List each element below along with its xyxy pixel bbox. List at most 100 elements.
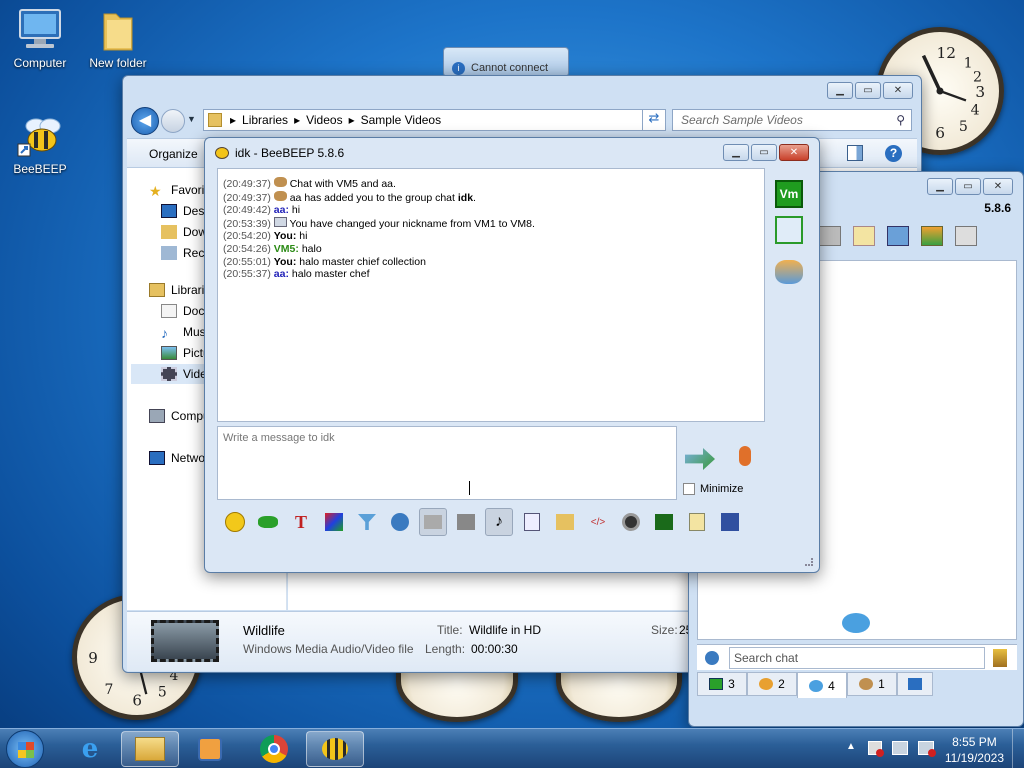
- message-input[interactable]: Write a message to idk: [217, 426, 677, 500]
- chat-message: (20:54:26) VM5: halo: [223, 243, 759, 256]
- maximize-button[interactable]: ▭: [855, 82, 881, 99]
- settings-icon[interactable]: [705, 651, 719, 665]
- send-file-icon[interactable]: [518, 508, 546, 536]
- breadcrumb-libraries[interactable]: Libraries: [242, 113, 288, 127]
- close-button[interactable]: ✕: [779, 144, 809, 161]
- volume-muted-icon[interactable]: [918, 741, 936, 757]
- action-center-icon[interactable]: [868, 741, 884, 757]
- tab-shares[interactable]: [897, 672, 933, 696]
- send-folder-icon[interactable]: [551, 508, 579, 536]
- minimize-button[interactable]: ▁: [723, 144, 749, 161]
- address-bar[interactable]: ▸ Libraries ▸ Videos ▸ Sample Videos ▼: [203, 109, 659, 131]
- tab-count: 4: [828, 678, 835, 693]
- nav-libraries[interactable]: Librari: [149, 280, 204, 300]
- chat-message: (20:49:37) Chat with VM5 and aa.: [223, 177, 759, 191]
- word-completer-icon[interactable]: [452, 508, 480, 536]
- chat-message: (20:49:37) aa has added you to the group…: [223, 190, 759, 205]
- screenshot-icon[interactable]: [617, 508, 645, 536]
- tools-icon[interactable]: [887, 226, 909, 246]
- taskbar-explorer[interactable]: [121, 731, 179, 767]
- member-avatar[interactable]: Vm: [775, 180, 803, 208]
- chat-window[interactable]: idk - BeeBEEP 5.8.6 ▁ ▭ ✕ (20:49:37) Cha…: [204, 137, 820, 573]
- chat-history-icon[interactable]: [650, 508, 678, 536]
- search-input[interactable]: Search Sample Videos ⚲: [672, 109, 912, 131]
- notification-popup[interactable]: i Cannot connect: [443, 47, 569, 77]
- show-desktop-button[interactable]: [1012, 729, 1024, 768]
- message-nick: You:: [273, 255, 297, 268]
- desktop-icon-new-folder[interactable]: New folder: [78, 8, 158, 70]
- chat-log[interactable]: (20:49:37) Chat with VM5 and aa. (20:49:…: [217, 168, 765, 422]
- forward-button[interactable]: [161, 109, 185, 133]
- voice-message-button[interactable]: [733, 446, 757, 476]
- taskbar-chrome[interactable]: [245, 731, 303, 767]
- group-members-icon[interactable]: [775, 260, 803, 284]
- music-note-icon[interactable]: ♪: [485, 508, 513, 536]
- font-icon[interactable]: T: [287, 508, 315, 536]
- tab-count: 2: [778, 677, 785, 691]
- tab-users[interactable]: 3: [697, 672, 747, 696]
- tab-groups[interactable]: 2: [747, 672, 797, 696]
- save-chat-icon[interactable]: [716, 508, 744, 536]
- tray-clock[interactable]: 8:55 PM 11/19/2023: [945, 734, 1004, 766]
- code-icon[interactable]: </>: [584, 508, 612, 536]
- organize-button[interactable]: Organize: [149, 147, 198, 161]
- filter-icon[interactable]: [353, 508, 381, 536]
- notes-icon[interactable]: [683, 508, 711, 536]
- help-icon[interactable]: ?: [885, 145, 902, 162]
- recent-places-icon: [161, 246, 177, 260]
- nav-network[interactable]: Netwo: [149, 448, 205, 468]
- breadcrumb-sample-videos[interactable]: Sample Videos: [361, 113, 442, 127]
- desktop-icon: [161, 204, 177, 218]
- resize-grip[interactable]: [805, 558, 813, 566]
- upload-icon[interactable]: [921, 226, 943, 246]
- spellcheck-icon[interactable]: [419, 508, 447, 536]
- refresh-icon: ⇄: [648, 110, 660, 125]
- broom-icon[interactable]: [993, 649, 1007, 667]
- taskbar-media-player[interactable]: [181, 731, 239, 767]
- file-type: Windows Media Audio/Video file: [243, 642, 414, 656]
- taskbar-internet-explorer[interactable]: e: [61, 731, 119, 767]
- trash-icon[interactable]: [955, 226, 977, 246]
- edit-icon[interactable]: [853, 226, 875, 246]
- start-button[interactable]: [6, 730, 44, 768]
- folder-icon: [98, 8, 138, 52]
- tray-show-hidden-icon[interactable]: ▲: [846, 741, 856, 752]
- message-text: You have changed your nickname from VM1 …: [289, 217, 535, 230]
- message-text: hi: [291, 204, 301, 217]
- message-time: (20:53:39): [223, 217, 271, 230]
- taskbar-beebeep[interactable]: [306, 731, 364, 767]
- color-icon[interactable]: [320, 508, 348, 536]
- search-chat-input[interactable]: Search chat: [729, 647, 985, 669]
- minimize-checkbox[interactable]: [683, 483, 695, 495]
- settings-gear-icon[interactable]: [386, 508, 414, 536]
- maximize-button[interactable]: ▭: [955, 178, 981, 195]
- minimize-checkbox-row[interactable]: Minimize: [683, 483, 743, 495]
- back-button[interactable]: ◀: [131, 107, 159, 135]
- inbox-icon[interactable]: [819, 226, 841, 246]
- message-nick: You:: [273, 230, 297, 243]
- breadcrumb-videos[interactable]: Videos: [306, 113, 342, 127]
- close-button[interactable]: ✕: [883, 82, 913, 99]
- network-tray-icon[interactable]: [892, 741, 908, 755]
- tab-saved-chats[interactable]: 1: [847, 672, 897, 696]
- member-avatar[interactable]: [775, 216, 803, 244]
- close-button[interactable]: ✕: [983, 178, 1013, 195]
- nav-computer[interactable]: Compu: [149, 406, 210, 426]
- minimize-button[interactable]: ▁: [927, 178, 953, 195]
- emoticon-icon[interactable]: [221, 508, 249, 536]
- message-text: Chat with VM5 and aa.: [289, 178, 396, 190]
- maximize-button[interactable]: ▭: [751, 144, 777, 161]
- preview-pane-icon[interactable]: [847, 145, 863, 161]
- send-button[interactable]: [685, 448, 719, 476]
- desktop-icon-computer[interactable]: Computer: [0, 8, 80, 70]
- minimize-button[interactable]: ▁: [827, 82, 853, 99]
- message-input-placeholder: Write a message to idk: [223, 432, 335, 444]
- nav-favorites[interactable]: ★ Favori: [149, 180, 204, 200]
- desktop-icon-beebeep[interactable]: BeeBEEP: [0, 114, 80, 176]
- tab-chats[interactable]: 4: [797, 672, 847, 698]
- recent-pages-button[interactable]: ▼: [187, 114, 196, 124]
- buzz-icon[interactable]: [254, 508, 282, 536]
- refresh-button[interactable]: ⇄: [642, 109, 666, 131]
- nav-music[interactable]: ♪ Musi: [161, 322, 208, 342]
- nav-pictures[interactable]: Pictu: [161, 343, 210, 363]
